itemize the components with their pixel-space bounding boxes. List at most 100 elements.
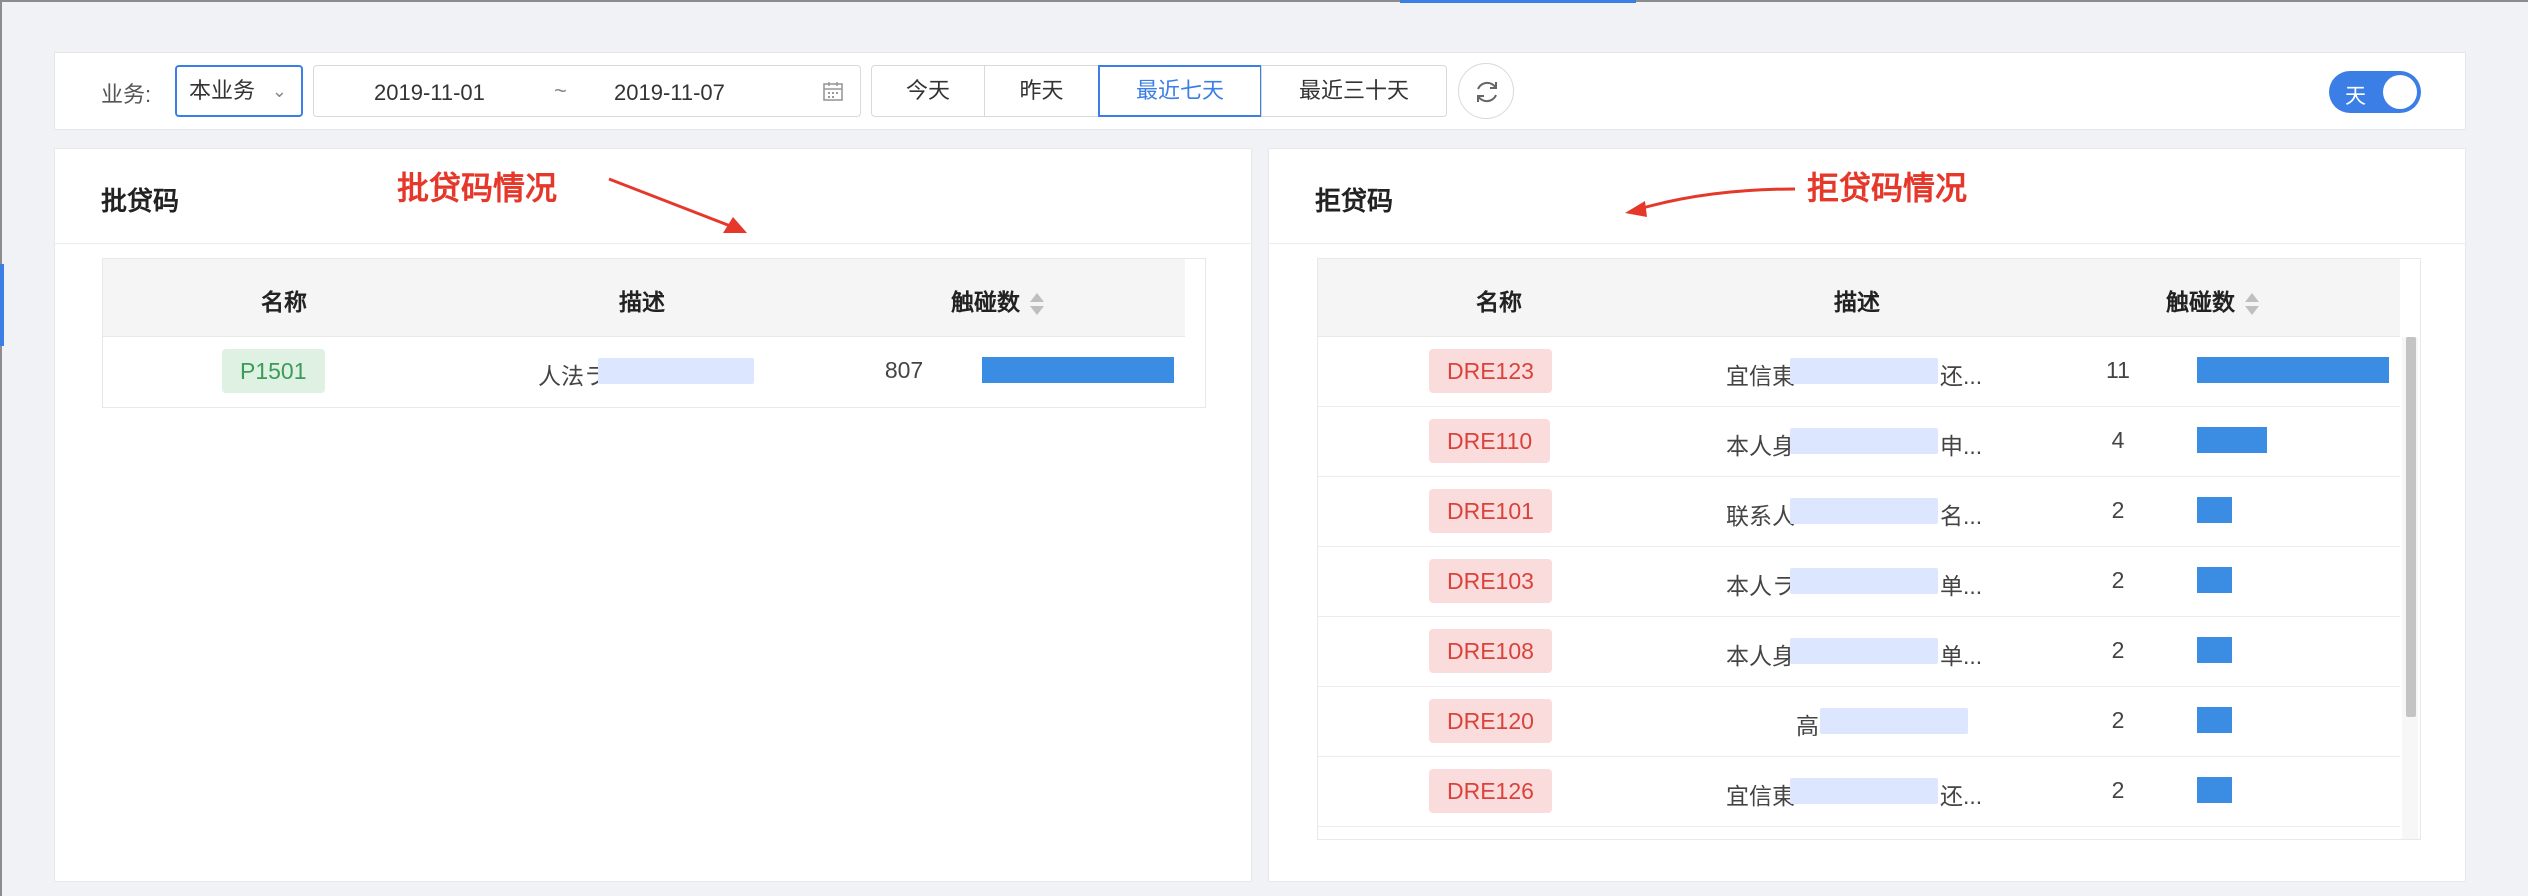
description-start: 本人身 <box>1726 643 1795 669</box>
column-header-name: 名称 <box>261 289 307 315</box>
table-row[interactable]: DRE123 宜信東 还... 11 <box>1318 337 2400 407</box>
description-start: 宜信東 <box>1726 363 1795 389</box>
column-header-count[interactable]: 触碰数 <box>951 283 1044 317</box>
date-range-picker[interactable]: 2019-11-01 ~ 2019-11-07 <box>313 65 861 117</box>
window-top-edge <box>0 0 2528 2</box>
annotation-label: 拒贷码情况 <box>1807 170 1968 206</box>
column-header-name: 名称 <box>1476 289 1522 315</box>
approval-code-panel: 批贷码 批贷码情况 名称 描述 触碰数 P1501 人法ラ 807 <box>54 148 1252 882</box>
table-row[interactable]: P1501 人法ラ 807 <box>103 337 1185 407</box>
toggle-knob <box>2383 75 2417 109</box>
redacted-text <box>1790 638 1938 664</box>
table-row[interactable]: DRE126 宜信東 还... 2 <box>1318 757 2400 827</box>
window-left-edge <box>0 0 2 896</box>
description: 人法ラ <box>538 363 607 389</box>
range-last-30-days-button[interactable]: 最近三十天 <box>1261 65 1447 117</box>
redacted-text <box>598 358 754 384</box>
rejection-code-panel: 拒贷码 拒贷码情况 名称 描述 触碰数 DRE123 宜信東 还... 11 D… <box>1268 148 2466 882</box>
touch-count: 2 <box>2111 497 2125 523</box>
code-tag: P1501 <box>222 349 325 393</box>
touch-count: 2 <box>2111 567 2125 593</box>
sort-icon[interactable] <box>2245 291 2259 317</box>
table-row[interactable]: DRE108 本人身 单... 2 <box>1318 617 2400 687</box>
redacted-text <box>1790 778 1938 804</box>
table-row[interactable]: DRE101 联系人 名... 2 <box>1318 477 2400 547</box>
description-end: 还... <box>1940 783 1983 809</box>
touch-count: 2 <box>2111 777 2125 803</box>
count-bar <box>2197 567 2232 593</box>
code-tag: DRE120 <box>1429 699 1552 743</box>
table-row[interactable]: DRE120 高 2 <box>1318 687 2400 757</box>
code-tag: DRE103 <box>1429 559 1552 603</box>
range-yesterday-button[interactable]: 昨天 <box>984 65 1099 117</box>
count-bar <box>2197 637 2232 663</box>
description-start: 高 <box>1796 713 1819 739</box>
business-label: 业务: <box>101 82 152 107</box>
redacted-text <box>1790 568 1938 594</box>
code-tag: DRE110 <box>1429 419 1551 463</box>
redacted-text <box>1820 708 1968 734</box>
redacted-text <box>1790 498 1938 524</box>
touch-count: 2 <box>2111 637 2125 663</box>
approval-code-table: 名称 描述 触碰数 P1501 人法ラ 807 <box>102 258 1206 408</box>
sort-icon[interactable] <box>1030 291 1044 317</box>
divider <box>55 243 1251 244</box>
toggle-label: 天 <box>2345 85 2366 108</box>
touch-count: 4 <box>2111 427 2125 453</box>
redacted-text <box>1790 358 1938 384</box>
annotation-arrow-icon <box>1625 187 1796 217</box>
column-header-desc: 描述 <box>619 289 665 315</box>
description-end: 单... <box>1940 573 1983 599</box>
range-last-7-days-button[interactable]: 最近七天 <box>1098 65 1262 117</box>
column-header-desc: 描述 <box>1834 289 1880 315</box>
table-row[interactable]: DRE103 本人ラ 单... 2 <box>1318 547 2400 617</box>
panel-title: 拒贷码 <box>1315 186 1394 216</box>
table-header: 名称 描述 触碰数 <box>103 259 1185 337</box>
calendar-icon[interactable] <box>822 80 844 108</box>
active-tab-indicator <box>1400 0 1636 3</box>
description-end: 名... <box>1940 503 1983 529</box>
date-separator: ~ <box>554 78 567 103</box>
business-select-value: 本业务 <box>189 78 256 103</box>
chevron-down-icon: ⌄ <box>271 81 287 101</box>
code-tag: DRE101 <box>1429 489 1552 533</box>
rejection-code-table: 名称 描述 触碰数 DRE123 宜信東 还... 11 DRE110 本人身 … <box>1317 258 2421 840</box>
count-bar <box>982 357 1174 383</box>
code-tag: DRE126 <box>1429 769 1552 813</box>
active-nav-indicator <box>0 264 4 346</box>
touch-count: 807 <box>884 357 924 383</box>
description-start: 本人ラ <box>1726 573 1795 599</box>
description-start: 宜信東 <box>1726 783 1795 809</box>
table-scrollbar-thumb[interactable] <box>2406 337 2416 717</box>
code-tag: DRE108 <box>1429 629 1552 673</box>
table-row[interactable]: DRE110 本人身 申... 4 <box>1318 407 2400 477</box>
divider <box>1269 243 2465 244</box>
column-header-count-label: 触碰数 <box>951 289 1020 315</box>
table-header: 名称 描述 触碰数 <box>1318 259 2400 337</box>
date-end-input[interactable]: 2019-11-07 <box>614 80 725 106</box>
panel-title: 批贷码 <box>101 186 180 216</box>
date-start-input[interactable]: 2019-11-01 <box>374 80 485 106</box>
business-select[interactable]: 本业务 ⌄ <box>175 65 303 117</box>
count-bar <box>2197 357 2389 383</box>
column-header-count[interactable]: 触碰数 <box>2166 283 2259 317</box>
description-end: 还... <box>1940 363 1983 389</box>
annotation-arrow-icon <box>608 177 747 233</box>
annotation-label: 批贷码情况 <box>397 170 558 206</box>
refresh-button[interactable] <box>1458 63 1514 119</box>
count-bar <box>2197 497 2232 523</box>
range-today-button[interactable]: 今天 <box>871 65 985 117</box>
filter-toolbar: 业务: 本业务 ⌄ 2019-11-01 ~ 2019-11-07 今天 昨天 … <box>54 52 2466 130</box>
description-start: 本人身 <box>1726 433 1795 459</box>
code-tag: DRE123 <box>1429 349 1552 393</box>
count-bar <box>2197 777 2232 803</box>
touch-count: 2 <box>2111 707 2125 733</box>
touch-count: 11 <box>2106 357 2130 383</box>
count-bar <box>2197 427 2267 453</box>
refresh-icon <box>1477 81 1497 103</box>
description-end: 单... <box>1940 643 1983 669</box>
day-toggle-switch[interactable]: 天 <box>2329 71 2421 113</box>
count-bar <box>2197 707 2232 733</box>
column-header-count-label: 触碰数 <box>2166 289 2235 315</box>
redacted-text <box>1790 428 1938 454</box>
